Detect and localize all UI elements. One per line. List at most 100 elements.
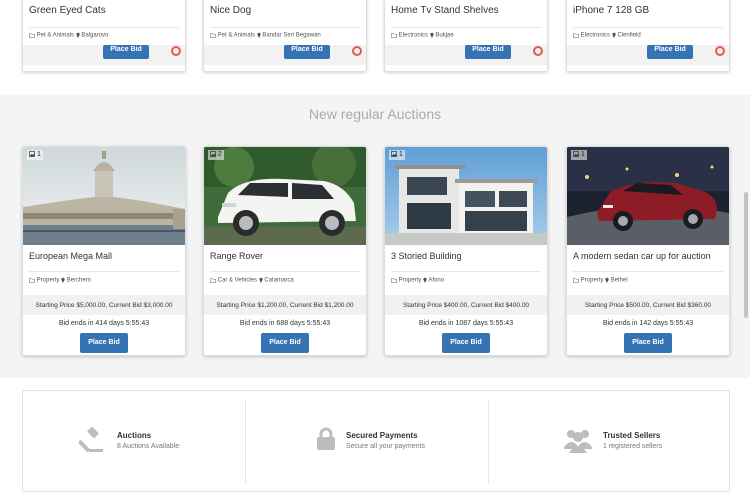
photo-count: 1 (580, 151, 585, 158)
featured-card-meta: Electronics Bukjae (391, 32, 454, 39)
photo-count: 1 (398, 151, 403, 158)
photo-count: 2 (217, 151, 222, 158)
location-link[interactable]: Balgarovo (81, 33, 108, 39)
divider (391, 271, 541, 272)
feature-title: Secured Payments (346, 431, 418, 440)
divider (573, 27, 723, 28)
category-link[interactable]: Property (581, 278, 604, 284)
category-link[interactable]: Car & Vehicles (218, 278, 257, 284)
featured-card-title[interactable]: Nice Dog (210, 5, 251, 16)
feature-title: Auctions (117, 431, 152, 440)
auction-image[interactable] (204, 147, 366, 245)
image-icon (29, 151, 35, 158)
auction-title[interactable]: European Mega Mall (29, 251, 112, 261)
bid-countdown: Bid ends in 1087 days 5:55:43 (418, 320, 514, 327)
place-bid-button[interactable]: Place Bid (103, 45, 149, 59)
gift-icon (715, 46, 725, 56)
folder-icon (391, 32, 397, 38)
place-bid-button[interactable]: Place Bid (624, 333, 672, 353)
photo-count-badge: 1 (389, 150, 405, 160)
location-link[interactable]: Catamarca (264, 278, 293, 284)
place-bid-button[interactable]: Place Bid (284, 45, 330, 59)
map-marker-icon (259, 277, 263, 283)
auction-card[interactable]: 1 A modern sedan car up for auction Prop… (566, 146, 730, 356)
auction-image[interactable] (567, 147, 729, 245)
folder-icon (391, 277, 397, 283)
feature-trusted-sellers: Trusted Sellers 1 registered sellers (489, 391, 729, 491)
photo-count-badge: 1 (571, 150, 587, 160)
feature-subtitle: 8 Auctions Available (117, 443, 180, 450)
auction-title[interactable]: A modern sedan car up for auction (573, 251, 711, 261)
folder-icon (29, 32, 35, 38)
location-link[interactable]: Bukjae (435, 33, 453, 39)
folder-icon (573, 32, 579, 38)
bid-countdown: Bid ends in 142 days 5:55:43 (602, 320, 694, 327)
features-panel: Auctions 8 Auctions Available Secured Pa… (22, 390, 730, 492)
place-bid-button[interactable]: Place Bid (80, 333, 128, 353)
featured-card-meta: Pet & Animals Balgarovo (29, 32, 108, 39)
gavel-icon (79, 427, 103, 452)
bid-countdown: Bid ends in 414 days 5:55:43 (58, 320, 150, 327)
map-marker-icon (257, 32, 261, 38)
place-bid-button[interactable]: Place Bid (261, 333, 309, 353)
auction-meta: Property Afono (391, 277, 444, 284)
place-bid-button[interactable]: Place Bid (647, 45, 693, 59)
auction-image[interactable] (23, 147, 185, 245)
location-link[interactable]: Bandar Seri Begawan (262, 33, 320, 39)
page-scrollbar[interactable] (744, 192, 748, 318)
divider (29, 271, 179, 272)
gift-icon (352, 46, 362, 56)
featured-card-title[interactable]: Green Eyed Cats (29, 5, 106, 16)
image-icon (573, 151, 579, 158)
gift-icon (533, 46, 543, 56)
divider (391, 27, 541, 28)
bid-countdown: Bid ends in 688 days 5:55:43 (239, 320, 331, 327)
featured-card[interactable]: iPhone 7 128 GB Electronics Clenfield Pl… (566, 0, 730, 72)
place-bid-button[interactable]: Place Bid (465, 45, 511, 59)
category-link[interactable]: Property (37, 278, 60, 284)
photo-count-badge: 2 (208, 150, 224, 160)
price-info: Starting Price $1,200.00, Current Bid $1… (216, 302, 354, 309)
divider (210, 27, 360, 28)
feature-secured-payments: Secured Payments Secure all your payment… (246, 391, 488, 491)
folder-icon (573, 277, 579, 283)
featured-card-meta: Electronics Clenfield (573, 32, 641, 39)
featured-card[interactable]: Green Eyed Cats Pet & Animals Balgarovo … (22, 0, 186, 72)
auction-title[interactable]: Range Rover (210, 251, 263, 261)
category-link[interactable]: Electronics (399, 33, 428, 39)
price-info: Starting Price $500.00, Current Bid $360… (584, 302, 712, 309)
photo-count-badge: 1 (27, 150, 43, 160)
auction-card[interactable]: 2 Range Rover Car & Vehicles Catamarca S… (203, 146, 367, 356)
category-link[interactable]: Pet & Animals (37, 33, 74, 39)
image-icon (391, 151, 397, 158)
location-link[interactable]: Berchem (67, 278, 91, 284)
category-link[interactable]: Pet & Animals (218, 33, 255, 39)
lock-icon (317, 427, 335, 450)
location-link[interactable]: Bethel (611, 278, 628, 284)
divider (210, 271, 360, 272)
featured-card-title[interactable]: Home Tv Stand Shelves (391, 5, 499, 16)
location-link[interactable]: Clenfield (617, 33, 640, 39)
divider (573, 271, 723, 272)
category-link[interactable]: Property (399, 278, 422, 284)
featured-card[interactable]: Home Tv Stand Shelves Electronics Bukjae… (384, 0, 548, 72)
auction-meta: Property Berchem (29, 277, 91, 284)
auction-image[interactable] (385, 147, 547, 245)
featured-card[interactable]: Nice Dog Pet & Animals Bandar Seri Begaw… (203, 0, 367, 72)
featured-auctions-row: Green Eyed Cats Pet & Animals Balgarovo … (0, 0, 750, 95)
divider (29, 27, 179, 28)
auction-title[interactable]: 3 Storied Building (391, 251, 462, 261)
feature-auctions: Auctions 8 Auctions Available (23, 391, 245, 491)
folder-icon (210, 32, 216, 38)
section-title: New regular Auctions (308, 106, 442, 122)
auction-card[interactable]: 1 3 Storied Building Property Afono Star… (384, 146, 548, 356)
map-marker-icon (429, 32, 434, 38)
map-marker-icon (423, 277, 427, 283)
place-bid-button[interactable]: Place Bid (442, 333, 490, 353)
category-link[interactable]: Electronics (581, 33, 610, 39)
featured-card-title[interactable]: iPhone 7 128 GB (573, 5, 649, 16)
feature-title: Trusted Sellers (603, 431, 661, 440)
auction-card[interactable]: 1 European Mega Mall Property Berchem St… (22, 146, 186, 356)
location-link[interactable]: Afono (428, 278, 444, 284)
auction-meta: Property Bethel (573, 277, 628, 284)
